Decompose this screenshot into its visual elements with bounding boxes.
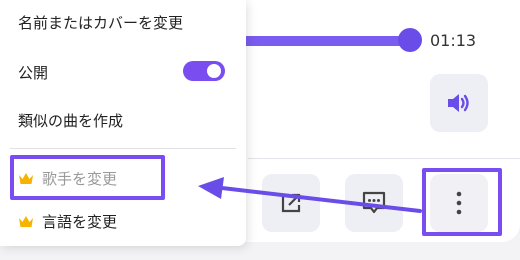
- time-label: 01:13: [430, 31, 477, 50]
- share-button[interactable]: [262, 174, 320, 232]
- menu-item-public: 公開: [18, 64, 49, 82]
- menu-item-change-language[interactable]: 言語を変更: [18, 211, 117, 232]
- share-external-icon: [281, 193, 301, 213]
- volume-button[interactable]: [430, 74, 488, 132]
- public-toggle[interactable]: [183, 61, 225, 81]
- speaker-icon: [448, 94, 469, 112]
- change-artist-highlight-box: [10, 155, 165, 200]
- progress-track[interactable]: [240, 36, 410, 46]
- crown-icon: [19, 215, 33, 227]
- menu-item-create-similar[interactable]: 類似の曲を作成: [18, 110, 123, 131]
- menu-divider: [10, 148, 236, 149]
- comment-bubble-icon: [362, 191, 386, 214]
- change-language-label: 言語を変更: [42, 213, 118, 231]
- progress-knob[interactable]: [398, 28, 422, 52]
- menu-item-rename[interactable]: 名前またはカバーを変更: [18, 12, 183, 33]
- card-divider: [248, 158, 520, 159]
- more-button-highlight-box: [422, 168, 502, 236]
- comment-button[interactable]: [345, 174, 403, 232]
